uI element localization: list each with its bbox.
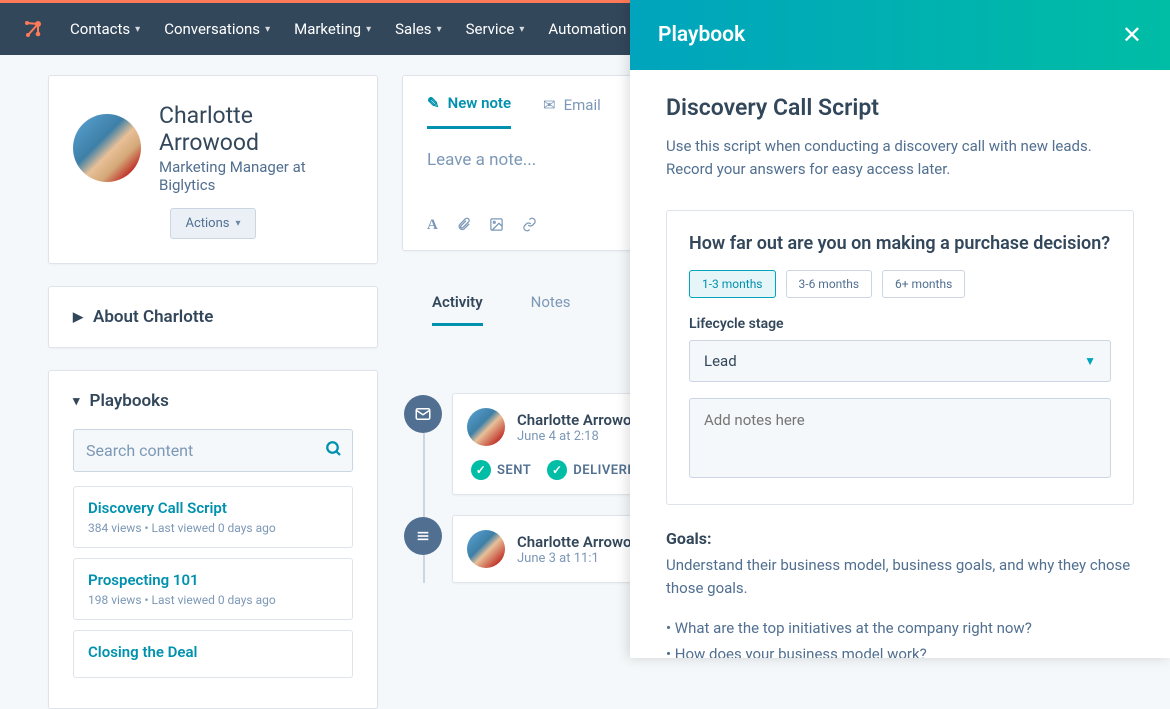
notes-textarea[interactable] (689, 398, 1111, 478)
playbooks-card: ▾ Playbooks Discovery Call Script 384 vi… (48, 370, 378, 709)
chevron-down-icon: ▾ (73, 394, 80, 409)
nav-contacts[interactable]: Contacts▾ (70, 20, 140, 38)
close-icon[interactable]: ✕ (1122, 21, 1142, 49)
playbook-item-meta: 384 views • Last viewed 0 days ago (88, 521, 338, 535)
activity-author: Charlotte Arrowood (517, 533, 648, 551)
about-card[interactable]: ▶ About Charlotte (48, 286, 378, 348)
actions-button[interactable]: Actions ▾ (170, 208, 255, 239)
envelope-icon (404, 395, 442, 433)
search-icon[interactable] (325, 440, 343, 462)
check-icon: ✓ (547, 460, 567, 480)
activity-time: June 3 at 11:1 (517, 551, 648, 566)
bullet-item: What are the top initiatives at the comp… (666, 616, 1134, 642)
chevron-down-icon: ▾ (519, 24, 524, 35)
tab-notes[interactable]: Notes (531, 293, 571, 326)
search-input[interactable] (73, 429, 353, 472)
format-text-icon[interactable]: A (427, 217, 438, 236)
status-badge: ✓SENT (471, 460, 531, 480)
option-button[interactable]: 1-3 months (689, 270, 776, 298)
question-title: How far out are you on making a purchase… (689, 233, 1111, 254)
lines-icon (404, 517, 442, 555)
question-box: How far out are you on making a purchase… (666, 210, 1134, 505)
playbook-item-title: Closing the Deal (88, 643, 338, 661)
paperclip-icon[interactable] (456, 217, 471, 236)
goals-bullets: What are the top initiatives at the comp… (666, 616, 1134, 658)
playbook-item-title: Prospecting 101 (88, 571, 338, 589)
lifecycle-label: Lifecycle stage (689, 316, 1111, 332)
tab-email[interactable]: ✉ Email (543, 94, 601, 129)
playbook-item-meta: 198 views • Last viewed 0 days ago (88, 593, 338, 607)
image-icon[interactable] (489, 217, 504, 236)
playbook-item[interactable]: Closing the Deal (73, 630, 353, 678)
chevron-down-icon: ▾ (265, 24, 270, 35)
link-icon[interactable] (522, 217, 537, 236)
avatar (467, 530, 505, 568)
contact-name: Charlotte Arrowood (159, 102, 353, 156)
playbooks-toggle[interactable]: ▾ Playbooks (73, 391, 353, 411)
activity-author: Charlotte Arrowood (517, 411, 648, 429)
option-button[interactable]: 3-6 months (786, 270, 873, 298)
playbook-item-title: Discovery Call Script (88, 499, 338, 517)
nav-sales[interactable]: Sales▾ (395, 20, 441, 38)
nav-marketing[interactable]: Marketing▾ (294, 20, 371, 38)
tab-activity[interactable]: Activity (432, 293, 483, 326)
option-button[interactable]: 6+ months (882, 270, 965, 298)
lifecycle-select[interactable]: Lead ▼ (689, 340, 1111, 382)
pencil-icon: ✎ (427, 94, 440, 112)
tab-new-note[interactable]: ✎ New note (427, 94, 511, 129)
nav-conversations[interactable]: Conversations▾ (164, 20, 270, 38)
envelope-icon: ✉ (543, 96, 556, 114)
playbook-item[interactable]: Prospecting 101 198 views • Last viewed … (73, 558, 353, 620)
chevron-right-icon: ▶ (73, 310, 83, 325)
avatar (73, 114, 141, 182)
check-icon: ✓ (471, 460, 491, 480)
goals-heading: Goals: (666, 529, 1134, 548)
nav-service[interactable]: Service▾ (466, 20, 525, 38)
playbook-panel: Playbook ✕ Discovery Call Script Use thi… (630, 0, 1170, 658)
panel-heading: Playbook (658, 23, 745, 47)
goals-text: Understand their business model, busines… (666, 554, 1134, 601)
chevron-down-icon: ▾ (437, 24, 442, 35)
avatar (467, 408, 505, 446)
playbook-title: Discovery Call Script (666, 94, 1134, 121)
timeline-line (423, 433, 425, 583)
bullet-item: How does your business model work? (666, 642, 1134, 659)
chevron-down-icon: ▼ (1084, 354, 1096, 368)
playbook-item[interactable]: Discovery Call Script 384 views • Last v… (73, 486, 353, 548)
about-title: About Charlotte (93, 307, 213, 327)
chevron-down-icon: ▾ (135, 24, 140, 35)
chevron-down-icon: ▾ (235, 218, 240, 229)
nav-automation[interactable]: Automation▾ (548, 20, 636, 38)
contact-subtitle: Marketing Manager at Biglytics (159, 158, 353, 194)
activity-time: June 4 at 2:18 (517, 429, 648, 444)
hubspot-logo-icon[interactable] (20, 16, 46, 42)
playbook-description: Use this script when conducting a discov… (666, 135, 1134, 182)
profile-card: Charlotte Arrowood Marketing Manager at … (48, 75, 378, 264)
chevron-down-icon: ▾ (366, 24, 371, 35)
